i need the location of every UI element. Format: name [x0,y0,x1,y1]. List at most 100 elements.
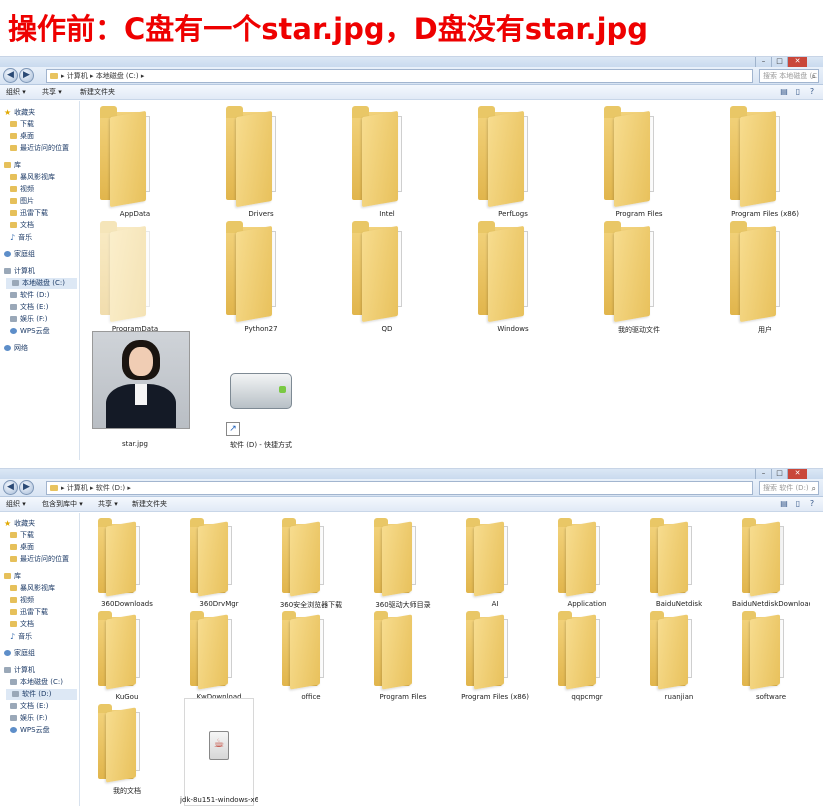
file-item[interactable]: Python27 [226,221,296,339]
file-item[interactable]: software [742,611,800,707]
close-button[interactable]: ✕ [787,57,807,67]
sidebar-item[interactable]: 最近访问的位置 [10,554,69,565]
file-item[interactable]: KuGou [98,611,156,707]
file-item[interactable]: 用户 [730,221,800,339]
maximize-button[interactable]: □ [771,469,787,479]
file-item[interactable]: BaiduNetdisk [650,518,708,614]
sidebar-item[interactable]: 文档 [10,619,34,630]
file-item[interactable]: 我的文档 [98,704,156,800]
sidebar-item[interactable]: 娱乐 (F:) [10,713,48,724]
help-icon[interactable]: ? [807,87,817,97]
sidebar-item[interactable]: 最近访问的位置 [10,143,69,154]
sidebar-item[interactable]: WPS云盘 [10,326,50,337]
forward-button[interactable]: ▶ [19,480,34,495]
new-folder-button[interactable]: 新建文件夹 [132,497,167,512]
organize-menu[interactable]: 组织 ▾ [6,497,26,512]
sidebar-item[interactable]: 本地磁盘 (C:) [6,278,77,289]
sidebar-item[interactable]: ♪ 音乐 [10,232,32,243]
file-item[interactable]: BaiduNetdiskDownload [732,518,810,614]
preview-pane-icon[interactable]: ▯ [793,87,803,97]
help-icon[interactable]: ? [807,499,817,509]
view-options-icon[interactable]: ▤ [779,87,789,97]
address-field[interactable]: ▸ 计算机 ▸ 本地磁盘 (C:) ▸ [46,69,753,83]
folder-icon [10,186,17,192]
include-in-library-menu[interactable]: 包含到库中 ▾ [42,497,83,512]
file-item[interactable]: qqpcmgr [558,611,616,707]
sidebar-item[interactable]: 软件 (D:) [10,290,49,301]
sidebar-item[interactable]: 库 [4,160,21,171]
sidebar-item-label: 视频 [20,185,34,193]
file-item[interactable]: QD [352,221,422,339]
file-item[interactable]: 360DrvMgr [190,518,248,614]
file-name: Python27 [244,325,278,333]
file-item[interactable]: Program Files [374,611,432,707]
file-item[interactable]: ProgramData [100,221,170,339]
minimize-button[interactable]: – [755,57,771,67]
sidebar-item[interactable]: 暴风影视库 [10,172,55,183]
file-item[interactable]: PerfLogs [478,106,548,224]
close-button[interactable]: ✕ [787,469,807,479]
view-options-icon[interactable]: ▤ [779,499,789,509]
new-folder-button[interactable]: 新建文件夹 [80,85,115,100]
sidebar-item[interactable]: 家庭组 [4,249,35,260]
file-item[interactable]: ↗ 软件 (D) - 快捷方式 [226,336,296,454]
file-item[interactable]: Program Files [604,106,674,224]
file-item[interactable]: 360Downloads [98,518,156,614]
sidebar-item[interactable]: 娱乐 (F:) [10,314,48,325]
file-item[interactable]: Windows [478,221,548,339]
back-button[interactable]: ◀ [3,480,18,495]
file-item[interactable]: 我的驱动文件 [604,221,674,339]
sidebar-item[interactable]: ♪ 音乐 [10,631,32,642]
sidebar-item[interactable]: 计算机 [4,266,35,277]
sidebar-item[interactable]: 下载 [10,119,34,130]
sidebar-item[interactable]: 迅雷下载 [10,208,48,219]
sidebar-item[interactable]: WPS云盘 [10,725,50,736]
file-item[interactable]: KwDownload [190,611,248,707]
search-input[interactable]: 搜索 软件 (D:) ⌕ [759,481,819,495]
file-item[interactable]: office [282,611,340,707]
search-placeholder: 搜索 软件 (D:) [763,484,809,492]
file-item[interactable]: AI [466,518,524,614]
file-item[interactable]: Drivers [226,106,296,224]
sidebar-item[interactable]: 迅雷下载 [10,607,48,618]
sidebar-item[interactable]: 桌面 [10,542,34,553]
sidebar-item[interactable]: 视频 [10,595,34,606]
sidebar-item[interactable]: 文档 (E:) [10,701,48,712]
sidebar-item[interactable]: 软件 (D:) [6,689,77,700]
sidebar-item[interactable]: 视频 [10,184,34,195]
file-item[interactable]: AppData [100,106,170,224]
file-item[interactable]: star.jpg [92,331,190,454]
sidebar-item[interactable]: 桌面 [10,131,34,142]
sidebar-item[interactable]: 本地磁盘 (C:) [10,677,63,688]
sidebar-item[interactable]: 文档 [10,220,34,231]
sidebar-item[interactable]: 下载 [10,530,34,541]
file-item[interactable]: Intel [352,106,422,224]
minimize-button[interactable]: – [755,469,771,479]
search-input[interactable]: 搜索 本地磁盘 (C:) ⌕ [759,69,819,83]
file-item[interactable]: ruanjian [650,611,708,707]
file-item[interactable]: Program Files (x86) [461,611,529,707]
forward-button[interactable]: ▶ [19,68,34,83]
folder-front [290,614,321,691]
organize-menu[interactable]: 组织 ▾ [6,85,26,100]
file-item[interactable]: ☕ jdk-8u151-windows-x64.exe [180,698,258,806]
share-menu[interactable]: 共享 ▾ [98,497,118,512]
file-item[interactable]: 360驱动大师目录 [374,518,432,614]
maximize-button[interactable]: □ [771,57,787,67]
address-field[interactable]: ▸ 计算机 ▸ 软件 (D:) ▸ [46,481,753,495]
share-menu[interactable]: 共享 ▾ [42,85,62,100]
sidebar-item[interactable]: 网络 [4,343,28,354]
file-item[interactable]: 360安全浏览器下载 [280,518,342,614]
sidebar-item[interactable]: 家庭组 [4,648,35,659]
sidebar-item[interactable]: 计算机 [4,665,35,676]
file-item[interactable]: Program Files (x86) [730,106,800,224]
file-item[interactable]: Application [558,518,616,614]
sidebar-item[interactable]: 暴风影视库 [10,583,55,594]
sidebar-item[interactable]: ★ 收藏夹 [4,107,35,118]
preview-pane-icon[interactable]: ▯ [793,499,803,509]
sidebar-item[interactable]: ★ 收藏夹 [4,518,35,529]
back-button[interactable]: ◀ [3,68,18,83]
sidebar-item[interactable]: 文档 (E:) [10,302,48,313]
sidebar-item[interactable]: 图片 [10,196,34,207]
sidebar-item[interactable]: 库 [4,571,21,582]
